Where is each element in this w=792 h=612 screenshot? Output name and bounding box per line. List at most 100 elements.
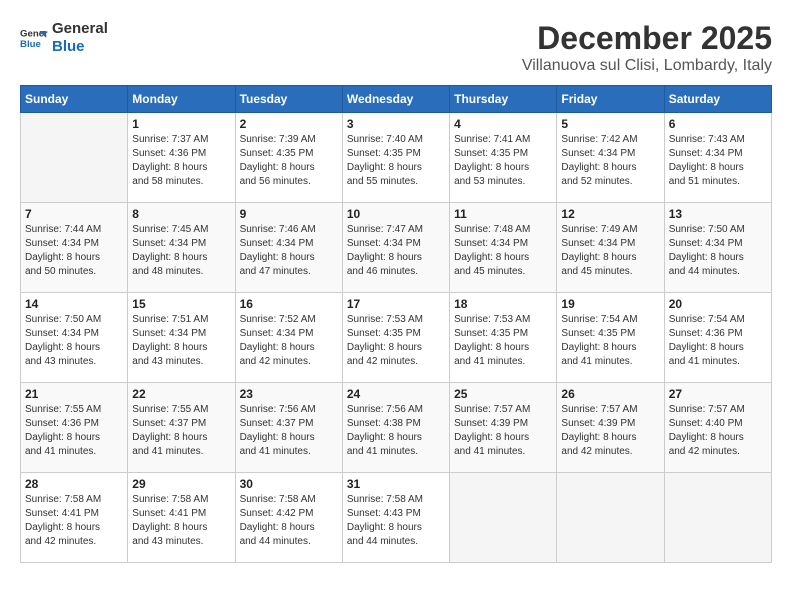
day-number: 18 xyxy=(454,297,552,311)
day-number: 23 xyxy=(240,387,338,401)
weekday-monday: Monday xyxy=(128,86,235,113)
calendar-cell: 15 Sunrise: 7:51 AM Sunset: 4:34 PM Dayli… xyxy=(128,293,235,383)
weekday-wednesday: Wednesday xyxy=(342,86,449,113)
calendar-cell: 11 Sunrise: 7:48 AM Sunset: 4:34 PM Dayli… xyxy=(450,203,557,293)
calendar-cell: 22 Sunrise: 7:55 AM Sunset: 4:37 PM Dayli… xyxy=(128,383,235,473)
day-number: 19 xyxy=(561,297,659,311)
calendar-cell: 7Sunrise: 7:44 AM Sunset: 4:34 PM Daylig… xyxy=(21,203,128,293)
calendar-cell: 20 Sunrise: 7:54 AM Sunset: 4:36 PM Dayli… xyxy=(664,293,771,383)
weekday-sunday: Sunday xyxy=(21,86,128,113)
calendar-cell xyxy=(557,473,664,563)
logo-icon: General Blue xyxy=(20,24,48,52)
day-info: Sunrise: 7:50 AM Sunset: 4:34 PM Dayligh… xyxy=(669,223,767,279)
weekday-friday: Friday xyxy=(557,86,664,113)
day-info: Sunrise: 7:45 AM Sunset: 4:34 PM Dayligh… xyxy=(132,223,230,279)
day-info: Sunrise: 7:50 AM Sunset: 4:34 PM Dayligh… xyxy=(25,313,123,369)
day-number: 4 xyxy=(454,117,552,131)
day-info: Sunrise: 7:46 AM Sunset: 4:34 PM Dayligh… xyxy=(240,223,338,279)
calendar-cell xyxy=(664,473,771,563)
calendar-cell: 29Sunrise: 7:58 AM Sunset: 4:41 PM Dayli… xyxy=(128,473,235,563)
day-info: Sunrise: 7:55 AM Sunset: 4:36 PM Dayligh… xyxy=(25,403,123,459)
day-info: Sunrise: 7:39 AM Sunset: 4:35 PM Dayligh… xyxy=(240,133,338,189)
day-number: 16 xyxy=(240,297,338,311)
calendar-cell: 1 Sunrise: 7:37 AM Sunset: 4:36 PM Daylig… xyxy=(128,113,235,203)
day-info: Sunrise: 7:47 AM Sunset: 4:34 PM Dayligh… xyxy=(347,223,445,279)
day-number: 14 xyxy=(25,297,123,311)
subtitle: Villanuova sul Clisi, Lombardy, Italy xyxy=(522,57,772,75)
day-info: Sunrise: 7:58 AM Sunset: 4:41 PM Dayligh… xyxy=(25,493,123,549)
calendar-cell: 6Sunrise: 7:43 AM Sunset: 4:34 PM Daylig… xyxy=(664,113,771,203)
calendar-cell: 2 Sunrise: 7:39 AM Sunset: 4:35 PM Daylig… xyxy=(235,113,342,203)
main-title: December 2025 xyxy=(522,20,772,57)
day-info: Sunrise: 7:56 AM Sunset: 4:37 PM Dayligh… xyxy=(240,403,338,459)
day-info: Sunrise: 7:53 AM Sunset: 4:35 PM Dayligh… xyxy=(454,313,552,369)
day-info: Sunrise: 7:51 AM Sunset: 4:34 PM Dayligh… xyxy=(132,313,230,369)
day-number: 15 xyxy=(132,297,230,311)
calendar-table: SundayMondayTuesdayWednesdayThursdayFrid… xyxy=(20,85,772,563)
day-info: Sunrise: 7:57 AM Sunset: 4:40 PM Dayligh… xyxy=(669,403,767,459)
day-number: 5 xyxy=(561,117,659,131)
day-info: Sunrise: 7:53 AM Sunset: 4:35 PM Dayligh… xyxy=(347,313,445,369)
day-number: 27 xyxy=(669,387,767,401)
day-number: 22 xyxy=(132,387,230,401)
week-row-1: 7Sunrise: 7:44 AM Sunset: 4:34 PM Daylig… xyxy=(21,203,772,293)
day-number: 17 xyxy=(347,297,445,311)
calendar-cell: 18 Sunrise: 7:53 AM Sunset: 4:35 PM Dayli… xyxy=(450,293,557,383)
day-number: 13 xyxy=(669,207,767,221)
calendar-cell: 23 Sunrise: 7:56 AM Sunset: 4:37 PM Dayli… xyxy=(235,383,342,473)
day-info: Sunrise: 7:48 AM Sunset: 4:34 PM Dayligh… xyxy=(454,223,552,279)
day-number: 21 xyxy=(25,387,123,401)
day-info: Sunrise: 7:57 AM Sunset: 4:39 PM Dayligh… xyxy=(561,403,659,459)
day-info: Sunrise: 7:49 AM Sunset: 4:34 PM Dayligh… xyxy=(561,223,659,279)
week-row-3: 21 Sunrise: 7:55 AM Sunset: 4:36 PM Dayli… xyxy=(21,383,772,473)
day-number: 1 xyxy=(132,117,230,131)
calendar-cell xyxy=(21,113,128,203)
day-info: Sunrise: 7:52 AM Sunset: 4:34 PM Dayligh… xyxy=(240,313,338,369)
day-number: 12 xyxy=(561,207,659,221)
day-info: Sunrise: 7:56 AM Sunset: 4:38 PM Dayligh… xyxy=(347,403,445,459)
weekday-thursday: Thursday xyxy=(450,86,557,113)
calendar-body: 1 Sunrise: 7:37 AM Sunset: 4:36 PM Daylig… xyxy=(21,113,772,563)
calendar-cell: 27 Sunrise: 7:57 AM Sunset: 4:40 PM Dayli… xyxy=(664,383,771,473)
day-info: Sunrise: 7:41 AM Sunset: 4:35 PM Dayligh… xyxy=(454,133,552,189)
calendar-cell: 31Sunrise: 7:58 AM Sunset: 4:43 PM Dayli… xyxy=(342,473,449,563)
day-number: 31 xyxy=(347,477,445,491)
day-number: 3 xyxy=(347,117,445,131)
week-row-0: 1 Sunrise: 7:37 AM Sunset: 4:36 PM Daylig… xyxy=(21,113,772,203)
logo: General Blue General Blue xyxy=(20,20,108,56)
calendar-cell: 12 Sunrise: 7:49 AM Sunset: 4:34 PM Dayli… xyxy=(557,203,664,293)
calendar-cell: 17 Sunrise: 7:53 AM Sunset: 4:35 PM Dayli… xyxy=(342,293,449,383)
calendar-cell: 5 Sunrise: 7:42 AM Sunset: 4:34 PM Daylig… xyxy=(557,113,664,203)
title-block: December 2025 Villanuova sul Clisi, Lomb… xyxy=(522,20,772,75)
day-number: 11 xyxy=(454,207,552,221)
day-info: Sunrise: 7:57 AM Sunset: 4:39 PM Dayligh… xyxy=(454,403,552,459)
day-info: Sunrise: 7:43 AM Sunset: 4:34 PM Dayligh… xyxy=(669,133,767,189)
calendar-cell: 19 Sunrise: 7:54 AM Sunset: 4:35 PM Dayli… xyxy=(557,293,664,383)
calendar-cell xyxy=(450,473,557,563)
day-info: Sunrise: 7:54 AM Sunset: 4:35 PM Dayligh… xyxy=(561,313,659,369)
day-info: Sunrise: 7:58 AM Sunset: 4:41 PM Dayligh… xyxy=(132,493,230,549)
day-info: Sunrise: 7:42 AM Sunset: 4:34 PM Dayligh… xyxy=(561,133,659,189)
day-number: 24 xyxy=(347,387,445,401)
day-number: 20 xyxy=(669,297,767,311)
calendar-cell: 30Sunrise: 7:58 AM Sunset: 4:42 PM Dayli… xyxy=(235,473,342,563)
calendar-cell: 4 Sunrise: 7:41 AM Sunset: 4:35 PM Daylig… xyxy=(450,113,557,203)
calendar-cell: 13 Sunrise: 7:50 AM Sunset: 4:34 PM Dayli… xyxy=(664,203,771,293)
day-info: Sunrise: 7:54 AM Sunset: 4:36 PM Dayligh… xyxy=(669,313,767,369)
calendar-cell: 21 Sunrise: 7:55 AM Sunset: 4:36 PM Dayli… xyxy=(21,383,128,473)
day-info: Sunrise: 7:58 AM Sunset: 4:42 PM Dayligh… xyxy=(240,493,338,549)
svg-text:Blue: Blue xyxy=(20,39,41,50)
day-number: 28 xyxy=(25,477,123,491)
week-row-4: 28 Sunrise: 7:58 AM Sunset: 4:41 PM Dayli… xyxy=(21,473,772,563)
weekday-saturday: Saturday xyxy=(664,86,771,113)
day-number: 9 xyxy=(240,207,338,221)
calendar-cell: 3Sunrise: 7:40 AM Sunset: 4:35 PM Daylig… xyxy=(342,113,449,203)
day-number: 26 xyxy=(561,387,659,401)
calendar-cell: 8 Sunrise: 7:45 AM Sunset: 4:34 PM Daylig… xyxy=(128,203,235,293)
day-info: Sunrise: 7:55 AM Sunset: 4:37 PM Dayligh… xyxy=(132,403,230,459)
day-number: 2 xyxy=(240,117,338,131)
calendar-cell: 9 Sunrise: 7:46 AM Sunset: 4:34 PM Daylig… xyxy=(235,203,342,293)
day-number: 8 xyxy=(132,207,230,221)
day-info: Sunrise: 7:37 AM Sunset: 4:36 PM Dayligh… xyxy=(132,133,230,189)
day-number: 25 xyxy=(454,387,552,401)
